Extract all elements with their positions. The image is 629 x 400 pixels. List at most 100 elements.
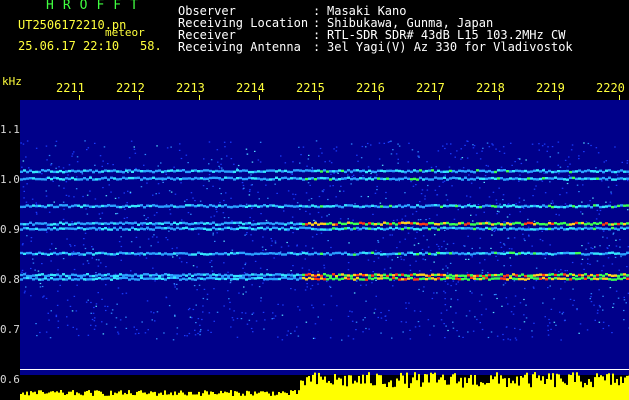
band-segment <box>392 252 395 255</box>
noise-speck <box>492 191 495 193</box>
band-segment <box>383 205 386 208</box>
band-segment <box>128 169 131 172</box>
band-segment <box>239 176 242 180</box>
band-segment <box>23 205 26 208</box>
band-segment <box>431 277 434 280</box>
noise-speck <box>89 190 91 192</box>
noise-speck <box>380 250 382 253</box>
band-segment <box>335 204 338 207</box>
power-bar <box>94 390 96 400</box>
power-bar <box>454 373 456 400</box>
band-segment <box>227 276 230 280</box>
noise-speck <box>51 243 53 245</box>
band-segment <box>23 177 26 181</box>
band-segment <box>623 276 626 279</box>
band-segment <box>350 170 353 173</box>
band-segment <box>65 274 68 278</box>
band-segment <box>599 177 602 181</box>
noise-speck <box>310 288 312 290</box>
noise-speck <box>198 284 201 286</box>
band-segment <box>473 277 476 280</box>
band-segment <box>563 178 566 181</box>
noise-speck <box>93 328 96 330</box>
power-bar <box>140 390 142 400</box>
noise-speck <box>415 210 418 213</box>
band-segment <box>389 273 392 276</box>
power-bar <box>526 372 528 400</box>
band-segment <box>161 277 164 280</box>
band-segment <box>320 205 323 208</box>
noise-speck <box>45 195 48 197</box>
band-segment <box>431 226 434 230</box>
noise-speck <box>391 259 393 261</box>
band-segment <box>482 275 485 278</box>
band-segment <box>47 176 50 179</box>
band-segment <box>548 252 551 256</box>
y-axis-unit: kHz <box>2 75 22 88</box>
noise-speck <box>31 198 34 200</box>
noise-speck <box>341 339 343 341</box>
band-segment <box>428 252 431 255</box>
band-segment <box>326 252 329 255</box>
band-segment <box>164 205 167 208</box>
band-segment <box>392 205 395 208</box>
band-segment <box>110 169 113 173</box>
noise-speck <box>110 312 113 314</box>
noise-speck <box>513 237 516 239</box>
noise-speck <box>523 298 525 301</box>
band-segment <box>302 251 305 255</box>
power-bar <box>236 391 238 400</box>
noise-speck <box>105 309 107 312</box>
band-segment <box>104 252 107 255</box>
band-segment <box>434 222 437 226</box>
noise-speck <box>139 246 141 248</box>
band-segment <box>56 177 59 180</box>
noise-speck <box>506 237 509 239</box>
noise-speck <box>48 154 51 157</box>
noise-speck <box>197 233 200 235</box>
noise-speck <box>533 322 535 324</box>
band-segment <box>536 273 539 277</box>
band-segment <box>416 253 419 256</box>
power-bar <box>530 387 532 400</box>
band-segment <box>53 251 56 255</box>
noise-speck <box>62 218 65 220</box>
power-bar <box>536 378 538 400</box>
noise-speck <box>580 263 583 265</box>
noise-speck <box>173 284 176 286</box>
band-segment <box>404 253 407 256</box>
noise-speck <box>260 300 262 302</box>
noise-speck <box>611 332 613 334</box>
noise-speck <box>170 191 173 193</box>
band-segment <box>32 204 35 207</box>
band-segment <box>521 170 524 173</box>
noise-speck <box>462 167 465 169</box>
power-bar <box>320 376 322 400</box>
noise-speck <box>385 319 387 321</box>
noise-speck <box>83 238 85 240</box>
band-segment <box>545 252 548 255</box>
noise-speck <box>371 282 373 284</box>
noise-speck <box>528 235 530 237</box>
power-bar <box>200 395 202 400</box>
noise-speck <box>605 201 607 203</box>
band-segment <box>293 252 296 255</box>
noise-speck <box>496 210 499 212</box>
band-segment <box>323 177 326 180</box>
band-segment <box>515 252 518 256</box>
noise-speck <box>309 213 311 215</box>
band-segment <box>56 228 59 231</box>
noise-speck <box>466 195 468 197</box>
band-segment <box>422 253 425 256</box>
noise-speck <box>84 140 86 142</box>
noise-speck <box>265 219 268 221</box>
band-segment <box>254 228 257 231</box>
band-segment <box>317 228 320 231</box>
band-segment <box>317 252 320 256</box>
power-bar <box>420 386 422 400</box>
power-bar <box>340 378 342 400</box>
band-segment <box>449 223 452 226</box>
noise-speck <box>490 247 492 249</box>
band-segment <box>572 273 575 277</box>
noise-speck <box>243 272 246 274</box>
